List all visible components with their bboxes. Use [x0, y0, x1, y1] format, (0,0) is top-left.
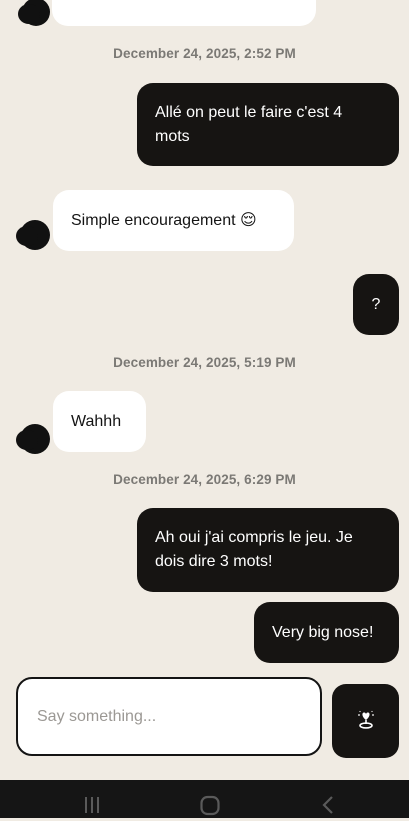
message-bubble-incoming[interactable] — [52, 0, 316, 26]
date-idea-icon — [354, 707, 378, 736]
home-button[interactable] — [195, 792, 225, 816]
message-thread[interactable]: December 24, 2025, 2:52 PM Allé on peut … — [0, 0, 409, 780]
message-timestamp: December 24, 2025, 6:29 PM — [113, 472, 296, 487]
message-text: Allé on peut le faire c'est 4 mots — [155, 103, 343, 145]
message-bubble-outgoing[interactable]: Allé on peut le faire c'est 4 mots — [137, 83, 399, 166]
message-text: Simple encouragement 😌 — [71, 211, 257, 229]
message-bubble-outgoing[interactable]: Very big nose! — [254, 602, 399, 663]
message-timestamp: December 24, 2025, 2:52 PM — [113, 46, 296, 61]
system-nav-bar — [0, 780, 409, 818]
date-idea-button[interactable] — [332, 684, 399, 758]
message-text: Very big nose! — [272, 623, 374, 641]
recent-apps-icon — [80, 792, 104, 821]
message-composer[interactable] — [16, 677, 322, 756]
home-icon — [198, 792, 222, 821]
recent-apps-button[interactable] — [77, 792, 107, 816]
message-text: Ah oui j'ai compris le jeu. Je dois dire… — [155, 529, 353, 570]
message-input[interactable] — [35, 706, 289, 727]
avatar[interactable] — [18, 0, 50, 26]
message-bubble-outgoing[interactable]: Ah oui j'ai compris le jeu. Je dois dire… — [137, 508, 399, 592]
message-timestamp: December 24, 2025, 5:19 PM — [113, 355, 296, 370]
message-text: Wahhh — [71, 412, 122, 430]
avatar[interactable] — [16, 220, 50, 250]
avatar[interactable] — [16, 424, 50, 454]
message-text: ? — [371, 295, 381, 313]
message-bubble-incoming[interactable]: Wahhh — [53, 391, 146, 452]
message-bubble-incoming[interactable]: Simple encouragement 😌 — [53, 190, 294, 251]
back-icon — [316, 792, 340, 821]
back-button[interactable] — [313, 792, 343, 816]
message-bubble-outgoing[interactable]: ? — [353, 274, 399, 335]
